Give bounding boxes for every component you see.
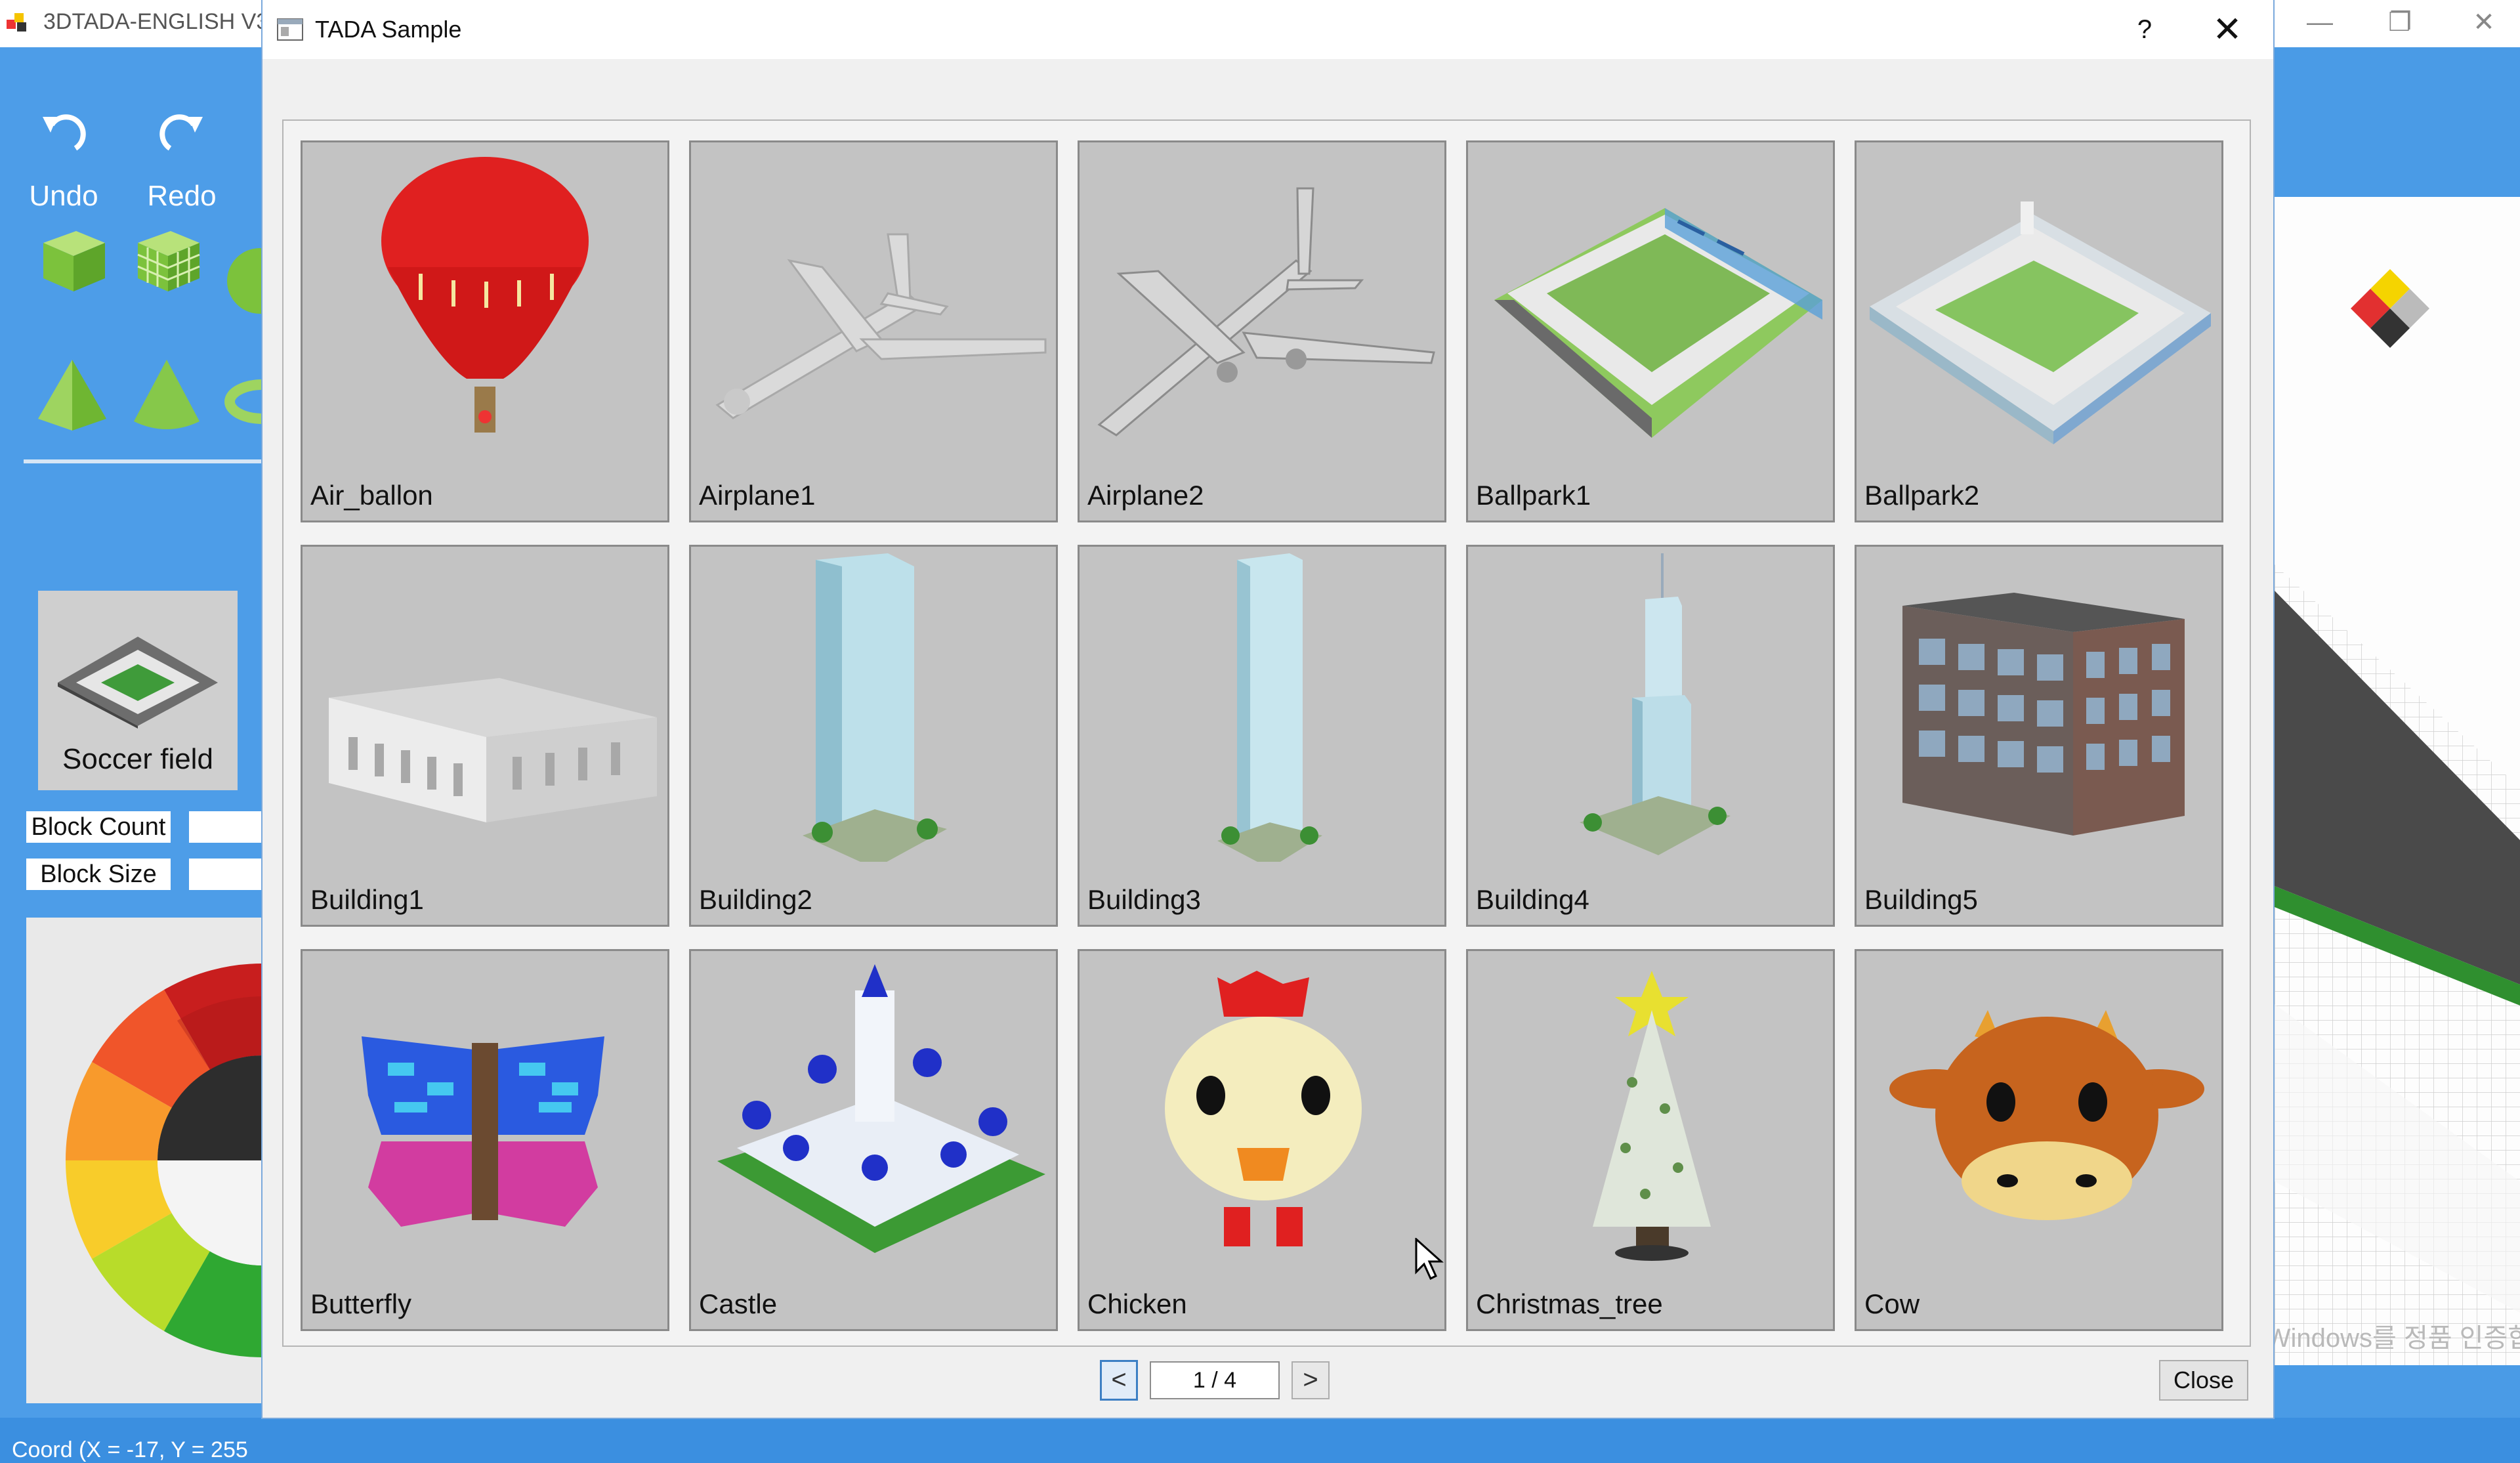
- sample-label: Airplane1: [699, 480, 816, 511]
- tool-panel: Undo Redo Soccer field Block Count Block…: [0, 47, 262, 1462]
- sample-tile-building1[interactable]: Building1: [301, 545, 669, 927]
- sample-label: Building2: [699, 884, 812, 915]
- building4-image: [1580, 553, 1731, 855]
- christmas-tree-image: [1593, 971, 1711, 1261]
- undo-label: Undo: [29, 180, 98, 212]
- redo-button[interactable]: Redo: [139, 108, 224, 213]
- air-balloon-image: [381, 157, 589, 433]
- prev-page-button[interactable]: <: [1100, 1360, 1138, 1401]
- viewport-grid: [2275, 564, 2520, 1365]
- building2-image: [803, 553, 947, 862]
- redo-label: Redo: [147, 180, 217, 212]
- sample-tile-airplane1[interactable]: Airplane1: [689, 140, 1058, 522]
- coord-readout: Coord (X = -17, Y = 255: [12, 1437, 248, 1462]
- sample-tile-ballpark1[interactable]: Ballpark1: [1466, 140, 1835, 522]
- next-page-button[interactable]: >: [1292, 1361, 1330, 1399]
- dialog-title: TADA Sample: [315, 16, 462, 43]
- pyramid-tool-icon[interactable]: [34, 356, 110, 435]
- block-size-label: Block Size: [26, 859, 171, 890]
- sample-label: Butterfly: [310, 1288, 412, 1319]
- sphere-tool-icon[interactable]: [223, 244, 262, 318]
- butterfly-image: [362, 1036, 604, 1227]
- airplane2-image: [1097, 187, 1435, 436]
- block-size-field[interactable]: [189, 859, 262, 890]
- airplane1-image: [715, 233, 1047, 419]
- dialog-close-icon[interactable]: ✕: [2194, 7, 2260, 53]
- palette-icon: [2351, 269, 2429, 348]
- soccer-field-thumbnail[interactable]: Soccer field: [38, 591, 238, 790]
- stadium-image: [58, 637, 218, 729]
- torus-tool-icon[interactable]: [223, 375, 262, 428]
- sample-label: Building5: [1864, 884, 1978, 915]
- cow-image: [1889, 1010, 2204, 1220]
- building5-image: [1902, 593, 2185, 836]
- dialog-titlebar: TADA Sample ? ✕: [262, 0, 2273, 59]
- mouse-cursor-icon: [1415, 1238, 1444, 1280]
- sample-label: Castle: [699, 1288, 778, 1319]
- sample-label: Ballpark1: [1476, 480, 1591, 511]
- chicken-image: [1165, 971, 1362, 1246]
- sample-tile-building3[interactable]: Building3: [1078, 545, 1446, 927]
- app-close-button[interactable]: ✕: [2448, 3, 2520, 42]
- sample-tile-building2[interactable]: Building2: [689, 545, 1058, 927]
- color-panel: [26, 918, 262, 1403]
- sample-tile-airplane2[interactable]: Airplane2: [1078, 140, 1446, 522]
- sample-tile-cow[interactable]: Cow: [1855, 949, 2223, 1331]
- panel-separator: [24, 459, 262, 463]
- app-title: 3DTADA-ENGLISH V3: [43, 9, 269, 34]
- 3d-viewport[interactable]: [2275, 197, 2520, 1365]
- ballpark1-image: [1494, 208, 1822, 438]
- sample-label: Air_ballon: [310, 480, 433, 511]
- help-button[interactable]: ?: [2118, 7, 2171, 53]
- sample-tile-butterfly[interactable]: Butterfly: [301, 949, 669, 1331]
- sample-tile-ballpark2[interactable]: Ballpark2: [1855, 140, 2223, 522]
- sample-tile-chicken[interactable]: Chicken: [1078, 949, 1446, 1331]
- minimize-button[interactable]: —: [2284, 3, 2356, 42]
- color-wheel[interactable]: [26, 918, 262, 1403]
- sample-grid: Air_ballon Airplane1 Airplane2 Ballpark1…: [282, 119, 2251, 1347]
- sample-label: Building4: [1476, 884, 1589, 915]
- sample-tile-building4[interactable]: Building4: [1466, 545, 1835, 927]
- undo-button[interactable]: Undo: [21, 108, 106, 213]
- block-count-label: Block Count: [26, 811, 171, 843]
- dialog-window-icon: [277, 18, 303, 41]
- soccer-field-label: Soccer field: [62, 743, 213, 775]
- sample-label: Building3: [1087, 884, 1201, 915]
- building3-image: [1217, 553, 1322, 862]
- undo-icon: [43, 114, 86, 151]
- sample-label: Christmas_tree: [1476, 1288, 1663, 1319]
- sample-tile-air-ballon[interactable]: Air_ballon: [301, 140, 669, 522]
- sample-label: Building1: [310, 884, 424, 915]
- sample-tile-building5[interactable]: Building5: [1855, 545, 2223, 927]
- ballpark2-image: [1870, 201, 2211, 444]
- tada-sample-dialog: TADA Sample ? ✕ Air_ballon Airplane1 Air…: [262, 0, 2273, 1418]
- sample-label: Cow: [1864, 1288, 1920, 1319]
- page-indicator[interactable]: 1 / 4: [1150, 1361, 1280, 1399]
- sample-tile-christmas-tree[interactable]: Christmas_tree: [1466, 949, 1835, 1331]
- sample-label: Airplane2: [1087, 480, 1204, 511]
- sample-tile-castle[interactable]: Castle: [689, 949, 1058, 1331]
- cone-tool-icon[interactable]: [129, 356, 205, 435]
- block-count-field[interactable]: [189, 811, 262, 843]
- close-button[interactable]: Close: [2159, 1360, 2248, 1401]
- cube-tool-icon[interactable]: [37, 223, 110, 297]
- app-logo-icon: [7, 13, 26, 32]
- redo-icon: [159, 114, 203, 151]
- maximize-button[interactable]: ❐: [2364, 3, 2436, 42]
- building1-image: [329, 678, 657, 822]
- block-grid-tool-icon[interactable]: [131, 223, 205, 297]
- sample-label: Chicken: [1087, 1288, 1187, 1319]
- sample-label: Ballpark2: [1864, 480, 1980, 511]
- castle-image: [717, 964, 1045, 1253]
